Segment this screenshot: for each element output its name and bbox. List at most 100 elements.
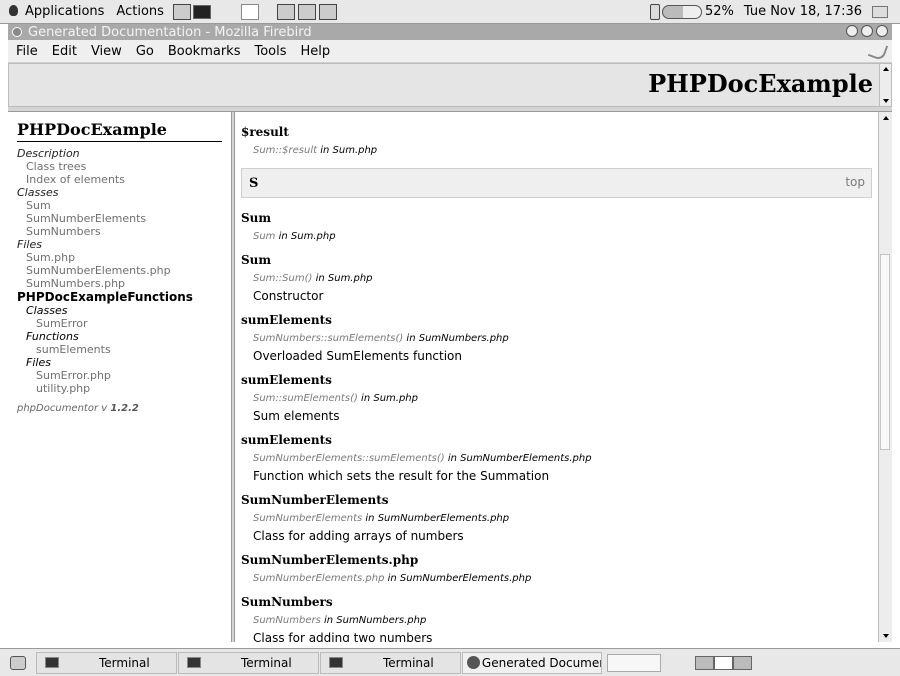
- entry-file: in SumNumberElements.php: [384, 573, 532, 584]
- nav-link-class[interactable]: SumNumbers: [17, 225, 231, 238]
- entry-link[interactable]: Sum::sumElements(): [253, 393, 358, 404]
- menu-view[interactable]: View: [83, 44, 128, 59]
- index-entry: sumElementsSum::sumElements() in Sum.php…: [241, 372, 878, 424]
- entry-file: in SumNumberElements.php: [362, 513, 510, 524]
- left-nav-frame: PHPDocExample Description Class trees In…: [8, 112, 231, 642]
- nav-link-file[interactable]: SumNumberElements.php: [17, 264, 231, 277]
- scrollbar-thumb[interactable]: [880, 254, 890, 450]
- close-button[interactable]: [876, 25, 888, 37]
- entry-description: Overloaded SumElements function: [253, 349, 463, 363]
- menu-tools[interactable]: Tools: [246, 44, 292, 59]
- nav-link-index[interactable]: Index of elements: [17, 173, 231, 186]
- generator-credit[interactable]: phpDocumentor v 1.2.2: [17, 403, 231, 414]
- gnome-foot-icon: [6, 4, 20, 20]
- entry-file: in SumNumbers.php: [403, 333, 509, 344]
- show-desktop-icon[interactable]: [10, 655, 26, 670]
- scroll-down-icon[interactable]: [883, 99, 889, 103]
- home-icon[interactable]: [172, 3, 191, 20]
- menu-file[interactable]: File: [8, 44, 44, 59]
- nav-link-pkg-file[interactable]: SumError.php: [17, 369, 231, 382]
- entry-reference: Sum::Sum() in Sum.php: [241, 272, 878, 286]
- entry-file: in Sum.php: [312, 273, 373, 284]
- taskbar-empty-slot[interactable]: [607, 653, 661, 672]
- editor-icon[interactable]: [276, 3, 295, 20]
- nav-pkg-functions-heading: Functions: [26, 330, 79, 343]
- clock[interactable]: Tue Nov 18, 17:36: [744, 4, 872, 19]
- generator-name: phpDocumentor v: [17, 403, 108, 414]
- entry-list: Sum Sum in Sum.php Sum Sum::Sum() in Sum.ph…: [241, 210, 878, 642]
- window-menu-icon[interactable]: [12, 27, 22, 37]
- workspace-3[interactable]: [733, 655, 752, 670]
- window-titlebar[interactable]: Generated Documentation - Mozilla Firebi…: [8, 24, 892, 40]
- entry-title: sumElements: [241, 433, 332, 447]
- entry-title: sumElements: [241, 373, 332, 387]
- figure-icon[interactable]: [240, 3, 259, 20]
- scroll-up-icon[interactable]: [882, 116, 889, 120]
- nav-link-pkg-file[interactable]: utility.php: [17, 382, 231, 395]
- taskbar-terminal[interactable]: Terminal: [320, 651, 461, 674]
- entry-link[interactable]: Sum::Sum(): [253, 273, 312, 284]
- nav-link-class[interactable]: SumNumberElements: [17, 212, 231, 225]
- nav-link-class-trees[interactable]: Class trees: [17, 160, 231, 173]
- nav-link-file[interactable]: Sum.php: [17, 251, 231, 264]
- entry-file: in Sum.php: [357, 393, 418, 404]
- workspace-switcher[interactable]: [695, 655, 752, 670]
- menu-go[interactable]: Go: [128, 44, 160, 59]
- battery-bar: [661, 4, 702, 19]
- scroll-up-icon[interactable]: [882, 67, 889, 71]
- workspace-2[interactable]: [714, 655, 733, 670]
- menu-edit[interactable]: Edit: [44, 44, 83, 59]
- index-entry: SumNumberElements.php SumNumberElements.p…: [241, 552, 878, 586]
- entry-link[interactable]: Sum: [253, 231, 275, 242]
- nav-link-file[interactable]: SumNumbers.php: [17, 277, 231, 290]
- index-entry: SumNumberElements SumNumberElements in Su…: [241, 492, 878, 544]
- entry-link[interactable]: SumNumbers: [253, 615, 321, 626]
- draw-icon[interactable]: [297, 3, 316, 20]
- nav-link-class[interactable]: Sum: [17, 199, 231, 212]
- throbber-icon: [867, 40, 889, 62]
- entry-link[interactable]: SumNumbers::sumElements(): [253, 333, 403, 344]
- nav-title: PHPDocExample: [17, 120, 222, 142]
- top-link[interactable]: top: [845, 175, 865, 189]
- task-label: Terminal: [99, 655, 150, 670]
- taskbar-terminal[interactable]: Terminal: [178, 651, 319, 674]
- entry-link[interactable]: SumNumberElements.php: [253, 573, 384, 584]
- entry-link[interactable]: SumNumberElements: [253, 513, 362, 524]
- entry-reference: Sum::$result in Sum.php: [241, 144, 878, 158]
- taskbar-terminal[interactable]: Terminal: [36, 651, 177, 674]
- actions-label: Actions: [116, 4, 164, 19]
- battery-icon: [649, 3, 660, 20]
- entry-link[interactable]: Sum::$result: [253, 145, 317, 156]
- header-frame: PHPDocExample: [8, 63, 892, 107]
- nav-link-pkg-class[interactable]: SumError: [17, 317, 231, 330]
- task-label: Generated Document:: [481, 655, 601, 670]
- applications-menu[interactable]: Applications: [0, 0, 110, 24]
- entry-file: in SumNumberElements.php: [444, 453, 592, 464]
- top-panel: Applications Actions 52% Tue Nov 18, 17:…: [0, 0, 900, 24]
- entry-description: Class for adding two numbers: [253, 631, 433, 642]
- entry-link[interactable]: SumNumberElements::sumElements(): [253, 453, 445, 464]
- index-entry: sumElements SumNumbers::sumElements() in …: [241, 312, 878, 364]
- entry-reference: SumNumberElements.php in SumNumberElemen…: [241, 572, 878, 586]
- image-icon[interactable]: [318, 3, 337, 20]
- terminal-launcher-icon[interactable]: [192, 4, 211, 19]
- scroll-down-icon[interactable]: [883, 634, 889, 638]
- menu-bookmarks[interactable]: Bookmarks: [160, 44, 247, 59]
- entry-reference: SumNumbers in SumNumbers.php: [241, 614, 878, 628]
- nav-description-heading: Description: [17, 147, 80, 160]
- nav-files-heading: Files: [17, 238, 42, 251]
- header-scrollbar[interactable]: [879, 64, 891, 106]
- index-entry: SumNumbers SumNumbers in SumNumbers.php Cl…: [241, 594, 878, 642]
- entry-title: Sum: [241, 211, 272, 225]
- battery-percent: 52%: [704, 4, 734, 19]
- main-scrollbar[interactable]: [878, 112, 892, 642]
- nav-link-pkg-function[interactable]: sumElements: [17, 343, 231, 356]
- minimize-button[interactable]: [846, 25, 858, 37]
- keyboard-icon[interactable]: [872, 5, 888, 18]
- menu-help[interactable]: Help: [293, 44, 337, 59]
- maximize-button[interactable]: [861, 25, 873, 37]
- battery-monitor[interactable]: 52%: [649, 3, 744, 20]
- workspace-1[interactable]: [695, 655, 714, 670]
- actions-menu[interactable]: Actions: [110, 0, 170, 24]
- taskbar-browser[interactable]: Generated Document:: [462, 651, 602, 674]
